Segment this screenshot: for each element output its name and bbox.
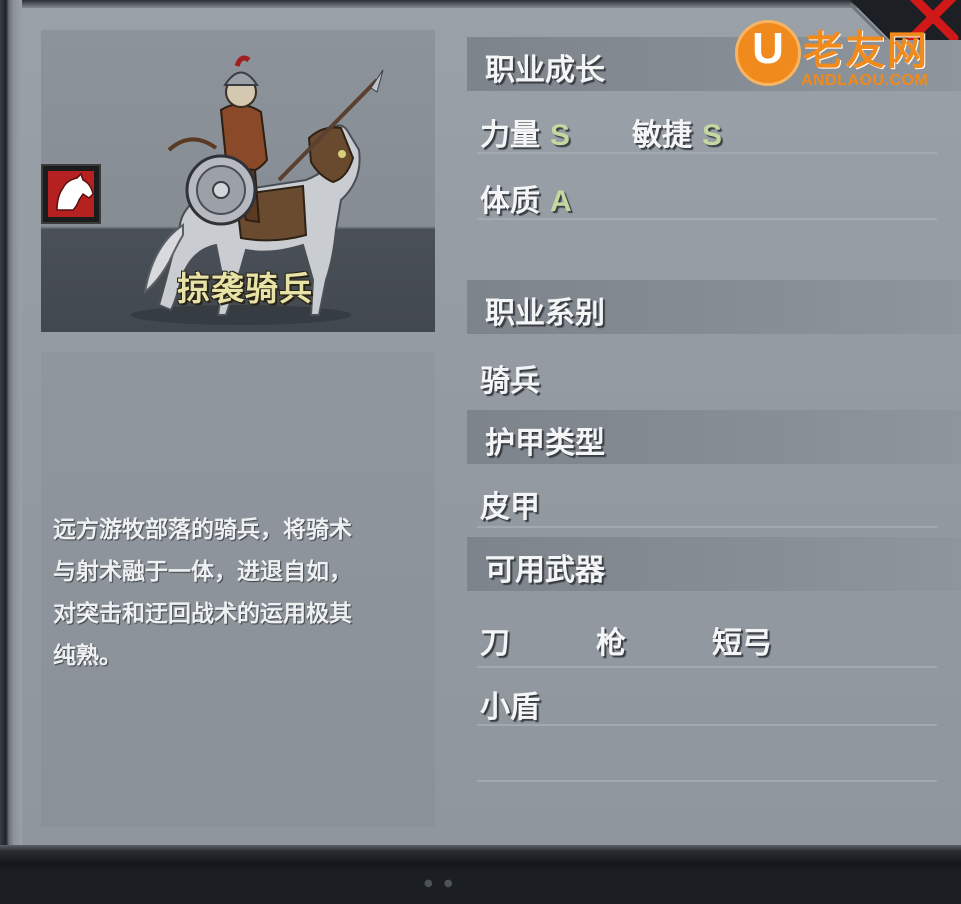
row-divider — [477, 780, 937, 782]
unit-name: 掠袭骑兵 — [177, 269, 313, 308]
strength-stat: 力量 S — [480, 110, 570, 154]
row-divider — [477, 152, 937, 154]
constitution-label: 体质 — [480, 184, 540, 219]
weapon-item: 枪 — [596, 626, 626, 661]
frame-left — [0, 0, 22, 872]
agility-label: 敏捷 — [632, 118, 692, 153]
class-series-title: 职业系别 — [485, 296, 605, 331]
growth-section-title: 职业成长 — [485, 53, 605, 88]
weapon-item: 小盾 — [480, 690, 540, 725]
row-divider — [477, 666, 937, 668]
row-divider — [477, 526, 937, 528]
weapons-title: 可用武器 — [485, 553, 605, 588]
frame-bottom — [0, 845, 961, 872]
watermark-name: 老友网 — [803, 28, 929, 74]
agility-stat: 敏捷 S — [632, 110, 722, 154]
weapons-section-header: 可用武器 — [467, 537, 961, 591]
description-line: 远方游牧部落的骑兵，将骑术 — [53, 517, 352, 543]
class-series-section-header: 职业系别 — [467, 280, 961, 334]
agility-grade: S — [702, 119, 723, 152]
constitution-stat: 体质 A — [480, 176, 572, 220]
constitution-grade: A — [550, 185, 572, 218]
class-badge — [41, 164, 101, 224]
weapon-item: 刀 — [480, 626, 510, 661]
pager-dots-icon: ● ● — [424, 878, 457, 889]
frame-top — [0, 0, 961, 8]
armor-type-value: 皮甲 — [480, 490, 540, 525]
armor-type-section-header: 护甲类型 — [467, 410, 961, 464]
row-divider — [477, 218, 937, 220]
watermark-logo: U 老友网 ANDLAOU.COM — [735, 18, 945, 98]
watermark-url: ANDLAOU.COM — [801, 72, 929, 89]
description-line: 对突击和迂回战术的运用极其 — [53, 601, 352, 627]
armor-type-title: 护甲类型 — [485, 426, 605, 461]
description-line: 纯熟。 — [53, 643, 122, 669]
strength-grade: S — [550, 119, 571, 152]
class-series-value: 骑兵 — [480, 364, 540, 399]
weapon-item: 短弓 — [712, 626, 772, 661]
watermark-mark: U — [752, 24, 784, 73]
row-divider — [477, 724, 937, 726]
bottom-strip: ● ● — [0, 872, 961, 904]
unit-description: 远方游牧部落的骑兵，将骑术 与射术融于一体，进退自如， 对突击和迂回战术的运用极… — [53, 509, 425, 677]
strength-label: 力量 — [480, 118, 540, 153]
unit-info-panel: 掠袭骑兵 远方游牧部落的骑兵，将骑术 与射术融于一体，进退自如， 对突击和迂回战… — [0, 0, 961, 872]
description-line: 与射术融于一体，进退自如， — [53, 559, 352, 585]
horse-head-icon — [56, 172, 94, 211]
